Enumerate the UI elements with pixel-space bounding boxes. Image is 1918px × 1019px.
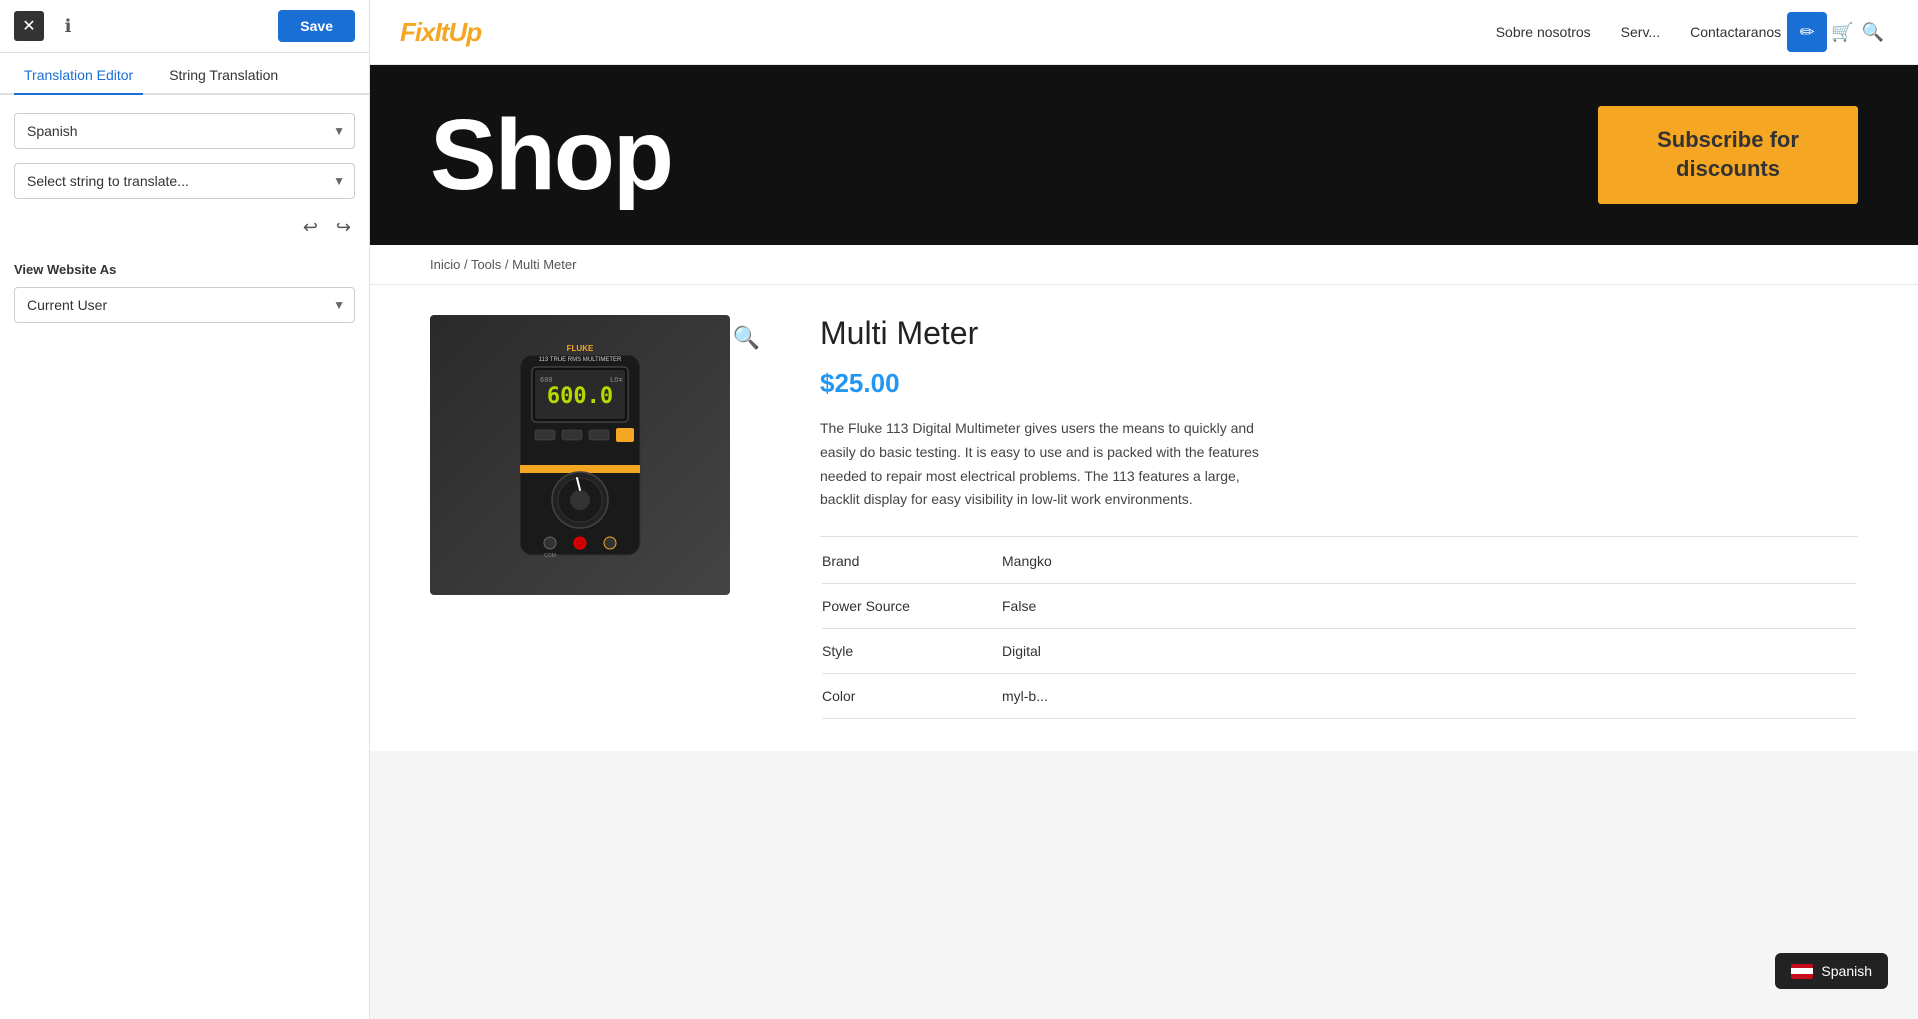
table-row: Brand Mangko — [822, 539, 1856, 584]
product-image-column: 🔍 600.0 600 LO∓ — [430, 315, 770, 721]
current-user-dropdown-wrap: Current User Guest Admin ▼ — [14, 287, 355, 323]
spanish-flag-icon — [1791, 964, 1813, 979]
shop-banner: Shop Subscribe for discounts — [370, 65, 1918, 245]
product-price: $25.00 — [820, 368, 1858, 399]
spec-value-style: Digital — [1002, 643, 1041, 659]
svg-text:600.0: 600.0 — [547, 384, 613, 409]
product-area: 🔍 600.0 600 LO∓ — [370, 285, 1918, 751]
nav-links: Sobre nosotros Serv... Contactaranos — [1496, 24, 1781, 40]
table-row: Color myl-b... — [822, 674, 1856, 719]
svg-text:COM: COM — [544, 553, 556, 559]
view-website-section: View Website As Current User Guest Admin… — [14, 262, 355, 323]
spec-label-style: Style — [822, 643, 1002, 659]
top-navigation: FixItUp Sobre nosotros Serv... Contactar… — [370, 0, 1918, 65]
product-image: 600.0 600 LO∓ — [430, 315, 730, 595]
nav-contactaranos[interactable]: Contactaranos — [1690, 24, 1781, 40]
subscribe-button[interactable]: Subscribe for discounts — [1598, 106, 1858, 203]
svg-text:600: 600 — [540, 376, 553, 384]
current-user-select[interactable]: Current User Guest Admin — [14, 287, 355, 323]
language-dropdown-wrap: Spanish French German Italian Portuguese… — [14, 113, 355, 149]
view-website-label: View Website As — [14, 262, 355, 277]
search-button[interactable]: 🔍 — [1858, 18, 1888, 47]
info-button[interactable]: ℹ — [54, 12, 82, 40]
save-button[interactable]: Save — [278, 10, 355, 42]
magnify-icon: 🔍 — [733, 325, 760, 350]
svg-text:LO∓: LO∓ — [610, 376, 623, 384]
site-logo: FixItUp — [400, 17, 481, 48]
sidebar: ✕ ℹ Save Translation Editor String Trans… — [0, 0, 370, 1019]
specs-tbody: Brand Mangko Power Source False Style Di… — [822, 539, 1856, 719]
pencil-icon: ✏ — [1800, 22, 1815, 43]
language-badge: Spanish — [1775, 953, 1888, 989]
spec-value-color: myl-b... — [1002, 688, 1048, 704]
close-icon: ✕ — [22, 16, 35, 36]
svg-text:FLUKE: FLUKE — [567, 344, 594, 353]
string-select[interactable]: Select string to translate... — [14, 163, 355, 199]
edit-pencil-button[interactable]: ✏ — [1787, 12, 1827, 52]
sidebar-content: Spanish French German Italian Portuguese… — [0, 95, 369, 1019]
sidebar-header: ✕ ℹ Save — [0, 0, 369, 53]
undo-button[interactable]: ↩ — [299, 213, 322, 242]
spec-label-color: Color — [822, 688, 1002, 704]
shop-title: Shop — [430, 98, 672, 213]
redo-button[interactable]: ↪ — [332, 213, 355, 242]
spec-value-power: False — [1002, 598, 1036, 614]
breadcrumb: Inicio / Tools / Multi Meter — [370, 245, 1918, 285]
svg-text:113 TRUE RMS MULTIMETER: 113 TRUE RMS MULTIMETER — [539, 357, 622, 363]
close-button[interactable]: ✕ — [14, 11, 44, 41]
spec-label-power: Power Source — [822, 598, 1002, 614]
language-badge-label: Spanish — [1821, 963, 1872, 979]
table-row: Style Digital — [822, 629, 1856, 674]
cart-button[interactable]: 🛒 — [1827, 18, 1857, 47]
spec-label-brand: Brand — [822, 553, 1002, 569]
main-content: FixItUp Sobre nosotros Serv... Contactar… — [370, 0, 1918, 1019]
tab-bar: Translation Editor String Translation — [0, 53, 369, 95]
string-select-wrap: Select string to translate... ▼ — [14, 163, 355, 199]
undo-redo-bar: ↩ ↪ — [14, 213, 355, 242]
multimeter-svg: 600.0 600 LO∓ — [480, 325, 680, 585]
language-select[interactable]: Spanish French German Italian Portuguese — [14, 113, 355, 149]
search-icon: 🔍 — [1862, 22, 1884, 42]
nav-sobre-nosotros[interactable]: Sobre nosotros — [1496, 24, 1591, 40]
spec-value-brand: Mangko — [1002, 553, 1052, 569]
product-info-column: Multi Meter $25.00 The Fluke 113 Digital… — [820, 315, 1858, 721]
tab-string-translation[interactable]: String Translation — [159, 53, 288, 95]
cart-icon: 🛒 — [1831, 22, 1853, 42]
table-row: Power Source False — [822, 584, 1856, 629]
product-description: The Fluke 113 Digital Multimeter gives u… — [820, 417, 1260, 512]
product-specs-table: Brand Mangko Power Source False Style Di… — [820, 536, 1858, 721]
product-title: Multi Meter — [820, 315, 1858, 352]
info-icon: ℹ — [65, 16, 72, 37]
tab-translation-editor[interactable]: Translation Editor — [14, 53, 143, 95]
magnify-button[interactable]: 🔍 — [733, 325, 760, 351]
nav-servicios[interactable]: Serv... — [1621, 24, 1660, 40]
